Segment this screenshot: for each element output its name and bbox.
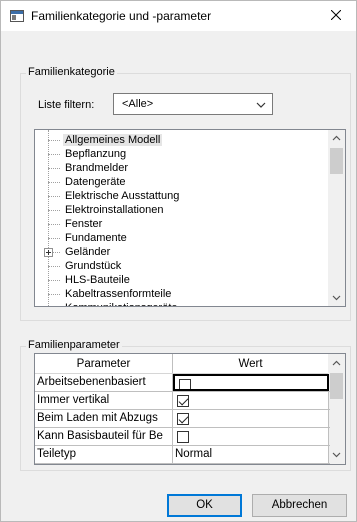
ok-button[interactable]: OK [167,494,242,517]
checked-checkbox[interactable] [177,413,189,425]
parameter-row[interactable]: Immer vertikal [35,392,330,410]
parameter-name: Teiletyp [35,446,173,463]
column-header-value: Wert [173,354,329,373]
parameters-grid[interactable]: Parameter Wert Arbeitsebenenbasiert Immer… [34,353,346,465]
tree-item-label: Geländer [65,246,111,258]
tree-item-label: Grundstück [65,260,122,272]
family-dialog-icon [10,10,24,22]
unchecked-checkbox[interactable] [177,431,189,443]
tree-branch-line [48,294,60,295]
column-header-parameter: Parameter [35,354,173,373]
parameter-row[interactable]: Arbeitsebenenbasiert [35,374,330,392]
tree-branch-line [48,280,60,281]
tree-item-label: Fenster [65,218,103,230]
parameter-value[interactable] [173,410,329,427]
tree-item-label: Bepflanzung [65,148,127,160]
checked-checkbox[interactable] [177,395,189,407]
tree-branch-line [48,154,60,155]
tree-item[interactable]: Kommunikationsgeräte [35,301,325,306]
grid-scrollbar[interactable] [328,354,345,464]
unchecked-checkbox[interactable] [179,379,191,389]
parameter-value-text: Normal [175,448,213,460]
tree-item-label: Kabeltrassenformteile [65,288,172,300]
tree-scrollbar[interactable] [328,130,345,306]
tree-item-label: Elektrische Ausstattung [65,190,180,202]
parameter-value[interactable] [173,428,329,445]
parameter-name: Kann Basisbauteil für Be [35,428,173,445]
title-bar: Familienkategorie und -parameter [1,1,356,31]
parameter-row[interactable]: Teiletyp Normal [35,446,330,464]
tree-item-label: Elektroinstallationen [65,204,164,216]
parameter-value[interactable]: Normal [173,446,329,463]
tree-branch-line [48,196,60,197]
cancel-button[interactable]: Abbrechen [252,494,347,517]
tree-branch-line [48,224,60,225]
chevron-down-icon [256,100,266,108]
grid-header: Parameter Wert [35,354,330,374]
scroll-down-arrow-icon[interactable] [331,292,342,303]
parameter-value[interactable] [173,374,329,391]
parameter-name: Beim Laden mit Abzugs [35,410,173,427]
parameters-group-title: Familienparameter [26,339,122,351]
parameter-name: Arbeitsebenenbasiert [35,374,173,391]
dialog-window: Familienkategorie und -parameter Familie… [0,0,357,522]
tree-item-label: Brandmelder [65,162,128,174]
parameter-name: Immer vertikal [35,392,173,409]
plus-expander-icon[interactable] [44,248,53,257]
tree-item-label: Allgemeines Modell [63,134,163,146]
scroll-up-arrow-icon[interactable] [331,358,342,369]
window-title: Familienkategorie und -parameter [31,9,212,23]
tree-branch-line [48,210,60,211]
tree-branch-line [48,182,60,183]
tree-branch-line [48,140,60,141]
parameter-value[interactable] [173,392,329,409]
tree-branch-line [48,266,60,267]
tree-item-label: Datengeräte [65,176,126,188]
tree-item-label: HLS-Bauteile [65,274,130,286]
tree-item-label: Fundamente [65,232,127,244]
category-tree[interactable]: Allgemeines Modell Bepflanzung Brandmelder… [34,129,346,307]
scroll-thumb[interactable] [330,373,343,399]
filter-label: Liste filtern: [38,99,95,111]
filter-dropdown[interactable]: <Alle> [113,93,273,115]
parameter-row[interactable]: Kann Basisbauteil für Be [35,428,330,446]
scroll-down-arrow-icon[interactable] [331,449,342,460]
category-group-title: Familienkategorie [26,66,117,78]
tree-item-label: Kommunikationsgeräte [65,302,178,306]
scroll-up-arrow-icon[interactable] [331,133,342,144]
scroll-thumb[interactable] [330,148,343,174]
filter-value: <Alle> [122,98,154,110]
parameter-row[interactable]: Beim Laden mit Abzugs [35,410,330,428]
close-icon [330,9,342,23]
close-button[interactable] [316,1,356,31]
tree-branch-line [48,238,60,239]
tree-branch-line [48,168,60,169]
